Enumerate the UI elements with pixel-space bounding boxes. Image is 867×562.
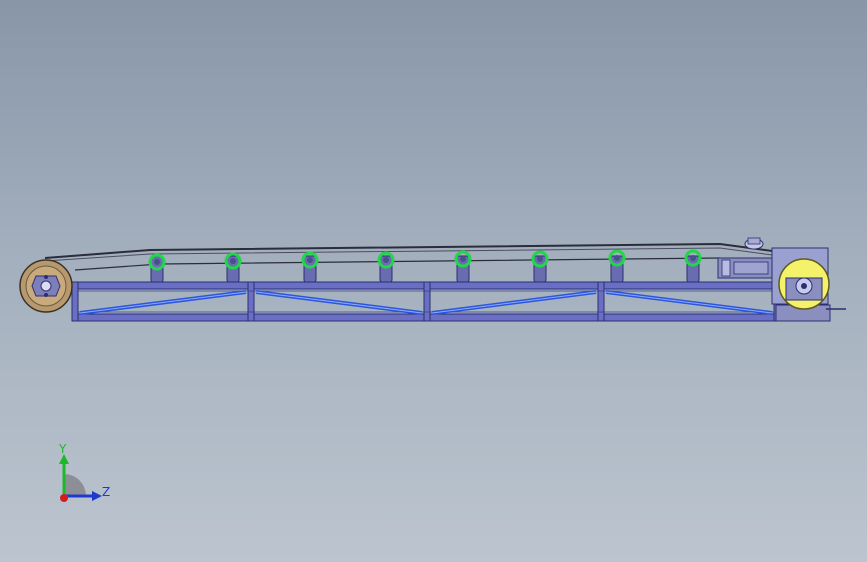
reference-triad: Y Z bbox=[40, 436, 130, 516]
idler-roller[interactable] bbox=[454, 250, 472, 283]
idler-roller[interactable] bbox=[301, 251, 319, 283]
idler-roller[interactable] bbox=[148, 253, 166, 283]
graphics-viewport[interactable]: Y Z bbox=[0, 0, 867, 562]
tail-pulley[interactable] bbox=[19, 259, 73, 313]
idler-roller[interactable] bbox=[377, 251, 395, 283]
idler-roller[interactable] bbox=[608, 249, 626, 283]
y-axis-label: Y bbox=[59, 442, 67, 456]
idler-rollers[interactable] bbox=[148, 249, 702, 283]
idler-roller[interactable] bbox=[531, 250, 549, 283]
idler-roller[interactable] bbox=[684, 249, 702, 283]
conveyor-model[interactable] bbox=[0, 0, 867, 562]
triad-graphic bbox=[59, 454, 102, 502]
idler-roller[interactable] bbox=[224, 252, 242, 283]
z-axis-label: Z bbox=[102, 485, 111, 499]
